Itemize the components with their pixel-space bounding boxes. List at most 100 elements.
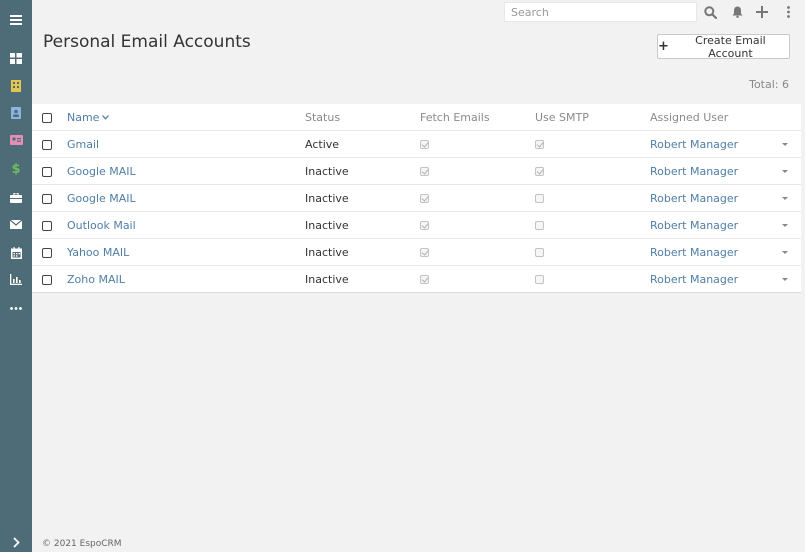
menu-icon [10, 14, 22, 25]
assigned-user-link[interactable]: Robert Manager [650, 185, 738, 212]
table-row: Yahoo MAIL Inactive Robert Manager [32, 239, 801, 266]
caret-down-icon [782, 197, 788, 200]
sidebar-item-home[interactable] [0, 45, 32, 72]
sidebar-item-accounts[interactable] [0, 72, 32, 99]
status-value: Inactive [305, 219, 349, 232]
plus-icon [756, 6, 768, 18]
dollar-icon: $ [11, 162, 21, 177]
row-actions-dropdown[interactable] [782, 185, 788, 212]
sidebar-more-button[interactable] [0, 295, 32, 322]
column-header-status: Status [305, 111, 341, 124]
total-count: Total: 6 [749, 78, 789, 91]
menu-more-button[interactable] [778, 2, 798, 22]
table-row: Zoho MAIL Inactive Robert Manager [32, 266, 801, 293]
table-header-row: Name Status Fetch Emails Use SMTP Assign… [32, 104, 801, 131]
account-name-link[interactable]: Google MAIL [67, 158, 136, 185]
contact-book-icon [11, 106, 21, 119]
chart-icon [10, 274, 22, 285]
use-smtp-checkbox [535, 275, 544, 284]
email-accounts-table: Name Status Fetch Emails Use SMTP Assign… [32, 104, 801, 293]
use-smtp-checkbox [535, 167, 544, 176]
column-header-assigned-user: Assigned User [650, 111, 729, 124]
caret-down-icon [782, 143, 788, 146]
footer-copyright: © 2021 EspoCRM [42, 539, 122, 549]
quick-create-button[interactable] [752, 2, 772, 22]
assigned-user-link[interactable]: Robert Manager [650, 266, 738, 293]
table-row: Gmail Active Robert Manager [32, 131, 801, 158]
status-value: Inactive [305, 246, 349, 259]
sidebar-item-cases[interactable] [0, 184, 32, 211]
caret-down-icon [782, 170, 788, 173]
account-name-link[interactable]: Gmail [67, 131, 99, 158]
assigned-user-link[interactable]: Robert Manager [650, 212, 738, 239]
assigned-user-link[interactable]: Robert Manager [650, 131, 738, 158]
column-header-fetch-emails: Fetch Emails [420, 111, 490, 124]
more-icon [10, 307, 22, 310]
fetch-emails-checkbox [420, 167, 429, 176]
status-value: Active [305, 138, 340, 151]
fetch-emails-checkbox [420, 140, 429, 149]
notifications-button[interactable] [727, 2, 747, 22]
building-icon [11, 79, 21, 92]
more-vertical-icon [786, 6, 790, 18]
row-actions-dropdown[interactable] [782, 266, 788, 293]
account-name-link[interactable]: Outlook Mail [67, 212, 136, 239]
table-row: Google MAIL Inactive Robert Manager [32, 185, 801, 212]
calendar-icon [10, 246, 22, 259]
bell-icon [732, 6, 742, 18]
row-actions-dropdown[interactable] [782, 212, 788, 239]
briefcase-icon [10, 192, 22, 203]
sidebar: $ [0, 0, 32, 552]
dashboard-icon [10, 53, 22, 64]
create-email-account-button[interactable]: + Create Email Account [657, 33, 790, 60]
caret-down-icon [782, 224, 788, 227]
sidebar-item-opportunities[interactable]: $ [0, 156, 32, 183]
fetch-emails-checkbox [420, 248, 429, 257]
caret-down-icon [782, 278, 788, 281]
use-smtp-checkbox [535, 221, 544, 230]
row-actions-dropdown[interactable] [782, 239, 788, 266]
account-name-link[interactable]: Google MAIL [67, 185, 136, 212]
assigned-user-link[interactable]: Robert Manager [650, 158, 738, 185]
select-all-checkbox[interactable] [42, 112, 52, 123]
menu-toggle-button[interactable] [0, 6, 32, 33]
row-checkbox[interactable] [42, 247, 52, 258]
sidebar-item-calendar[interactable] [0, 239, 32, 266]
create-button-label: Create Email Account [695, 33, 766, 60]
fetch-emails-checkbox [420, 275, 429, 284]
sidebar-item-emails[interactable] [0, 211, 32, 238]
lead-card-icon [9, 134, 23, 145]
fetch-emails-checkbox [420, 194, 429, 203]
row-checkbox[interactable] [42, 220, 52, 231]
table-row: Google MAIL Inactive Robert Manager [32, 158, 801, 185]
search-icon [703, 5, 717, 19]
row-checkbox[interactable] [42, 193, 52, 204]
table-row: Outlook Mail Inactive Robert Manager [32, 212, 801, 239]
use-smtp-checkbox [535, 248, 544, 257]
sidebar-item-leads[interactable] [0, 126, 32, 153]
sort-down-icon [102, 115, 110, 120]
plus-icon: + [658, 38, 669, 54]
row-actions-dropdown[interactable] [782, 131, 788, 158]
sidebar-item-reports[interactable] [0, 266, 32, 293]
row-checkbox[interactable] [42, 139, 52, 150]
caret-down-icon [782, 251, 788, 254]
column-header-use-smtp: Use SMTP [535, 111, 589, 124]
account-name-link[interactable]: Zoho MAIL [67, 266, 125, 293]
page-title: Personal Email Accounts [43, 32, 251, 52]
account-name-link[interactable]: Yahoo MAIL [67, 239, 129, 266]
fetch-emails-checkbox [420, 221, 429, 230]
use-smtp-checkbox [535, 140, 544, 149]
sidebar-expand-button[interactable] [0, 529, 32, 552]
row-checkbox[interactable] [42, 274, 52, 285]
expand-icon [12, 537, 20, 548]
sidebar-item-contacts[interactable] [0, 99, 32, 126]
row-actions-dropdown[interactable] [782, 158, 788, 185]
status-value: Inactive [305, 273, 349, 286]
search-button[interactable] [700, 2, 720, 22]
search-input[interactable] [504, 2, 697, 22]
assigned-user-link[interactable]: Robert Manager [650, 239, 738, 266]
use-smtp-checkbox [535, 194, 544, 203]
row-checkbox[interactable] [42, 166, 52, 177]
column-header-name[interactable]: Name [67, 104, 110, 131]
